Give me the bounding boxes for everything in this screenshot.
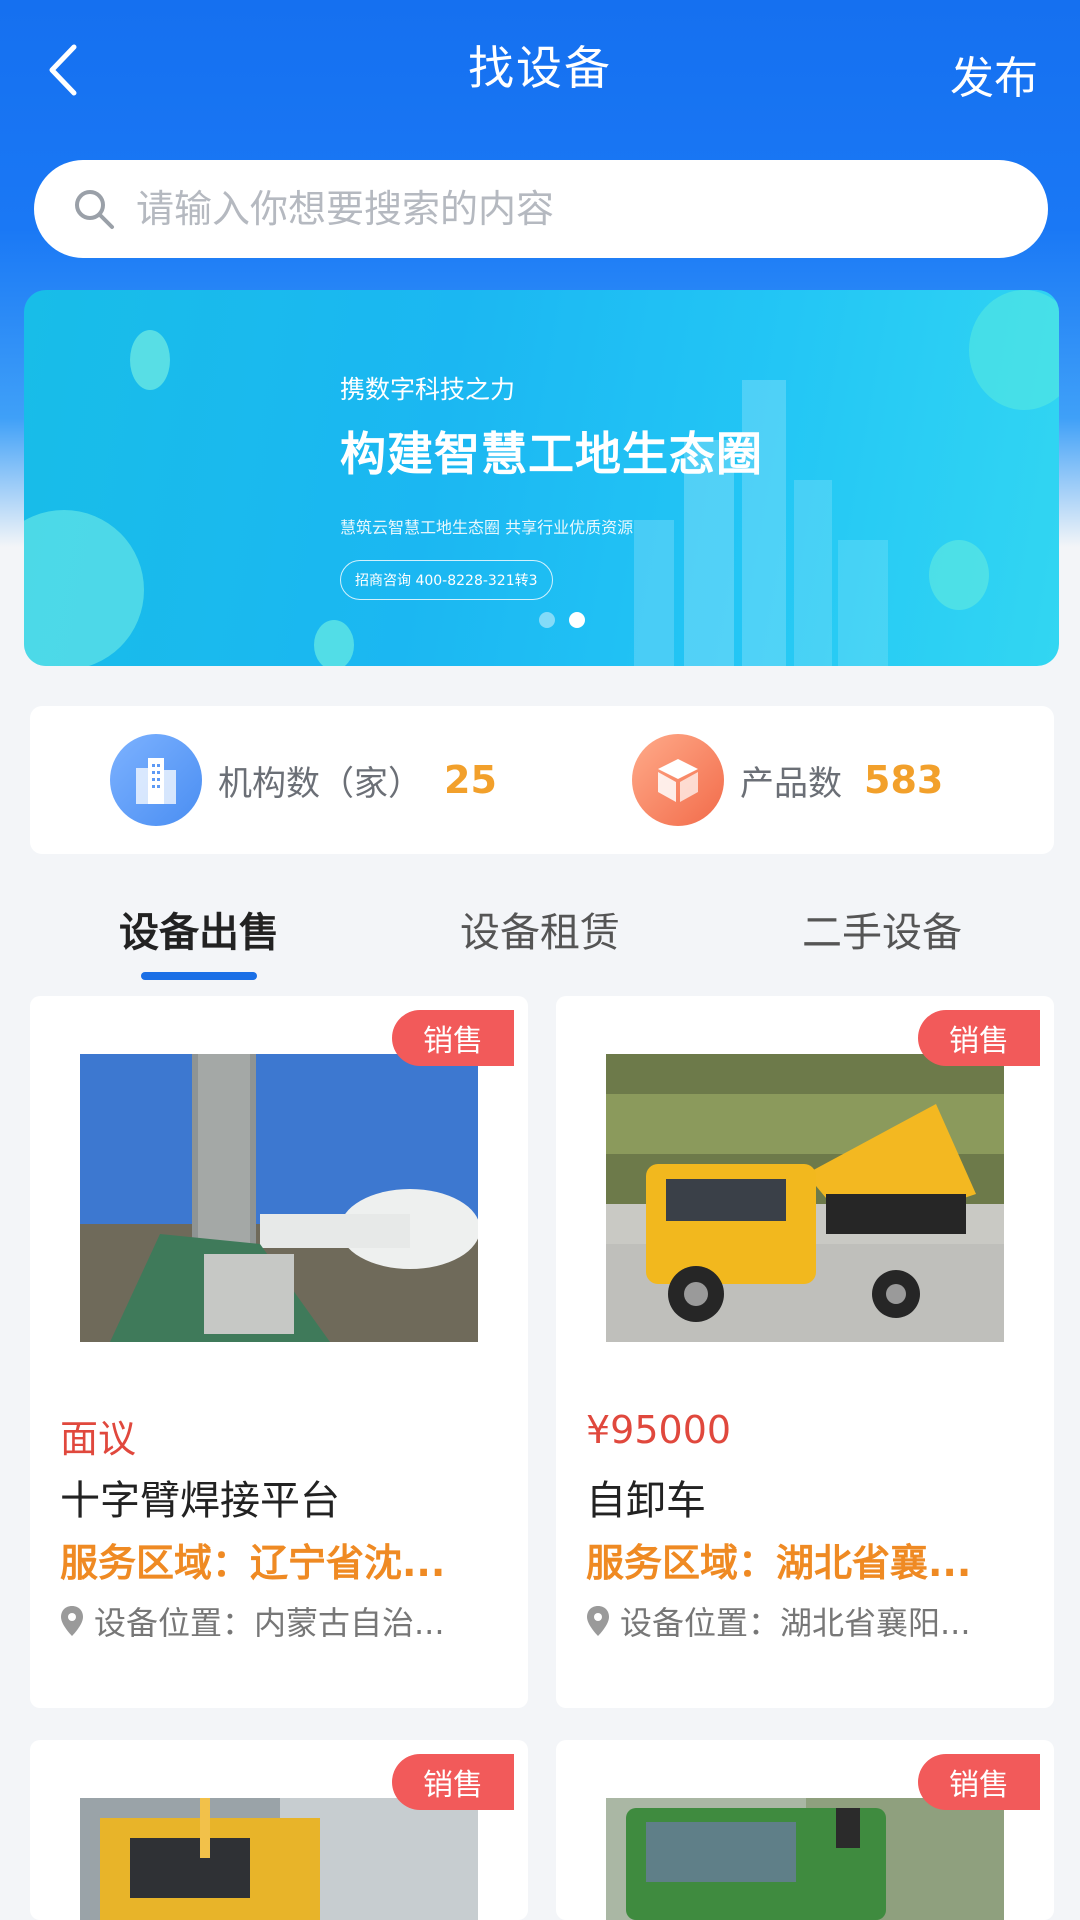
search-icon: [75, 190, 114, 229]
stat-label: 机构数（家）: [218, 763, 422, 804]
service-area: 服务区域：湖北省襄...: [586, 1541, 972, 1585]
stat-value: 583: [864, 758, 944, 802]
tab-equipment-rental[interactable]: 设备租赁: [360, 900, 720, 958]
stat-orgs: 机构数（家） 25: [110, 734, 497, 826]
product-photo: [80, 1798, 478, 1920]
banner-decoration: [969, 290, 1059, 410]
product-photo: [606, 1054, 1004, 1342]
stat-value: 25: [444, 758, 497, 802]
carousel-dot-active[interactable]: [569, 612, 585, 628]
product-card[interactable]: 销售 面议 十字臂焊接平台 服务区域：辽宁省沈... 设备位置：内蒙古自治...: [30, 996, 528, 1708]
banner-headline: 构建智慧工地生态圈: [340, 427, 763, 481]
active-tab-indicator: [141, 972, 257, 980]
product-price: ¥95000: [586, 1408, 732, 1452]
banner-contact: 招商咨询 400-8228-321转3: [340, 560, 553, 600]
product-card[interactable]: 销售 ¥95000 自卸车 服务区域：湖北省襄... 设备位置：湖北省襄阳...: [556, 996, 1054, 1708]
banner-decoration: [130, 330, 170, 390]
page-title: 找设备: [468, 41, 612, 95]
carousel-dot[interactable]: [539, 612, 555, 628]
box-icon: [632, 734, 724, 826]
product-name: 十字臂焊接平台: [60, 1478, 340, 1524]
product-card[interactable]: 销售: [556, 1740, 1054, 1920]
banner-subtitle: 慧筑云智慧工地生态圈 共享行业优质资源: [340, 518, 634, 537]
product-photo: [80, 1054, 478, 1342]
sale-badge: 销售: [392, 1754, 514, 1810]
category-tabs: 设备出售 设备租赁 二手设备: [0, 900, 1080, 990]
search-bar[interactable]: [34, 160, 1048, 258]
location-text: 设备位置：湖北省襄阳...: [620, 1604, 971, 1642]
search-input[interactable]: [136, 187, 996, 231]
location-text: 设备位置：内蒙古自治...: [94, 1604, 445, 1642]
equipment-location: 设备位置：湖北省襄阳...: [586, 1598, 971, 1644]
stat-label: 产品数: [740, 763, 842, 804]
banner-decoration: [314, 620, 354, 666]
stat-products: 产品数 583: [632, 734, 943, 826]
chevron-left-icon: [49, 44, 77, 96]
tab-equipment-sale[interactable]: 设备出售: [19, 900, 379, 958]
product-price: 面议: [60, 1417, 137, 1461]
stats-panel: 机构数（家） 25 产品数 583: [30, 706, 1054, 854]
location-pin-icon: [61, 1606, 83, 1636]
building-icon: [110, 734, 202, 826]
tab-used-equipment[interactable]: 二手设备: [702, 900, 1062, 958]
nav-bar: 找设备 发布: [0, 0, 1080, 130]
equipment-location: 设备位置：内蒙古自治...: [60, 1598, 445, 1644]
promo-banner[interactable]: 携数字科技之力 构建智慧工地生态圈 慧筑云智慧工地生态圈 共享行业优质资源 招商…: [24, 290, 1059, 666]
product-photo: [606, 1798, 1004, 1920]
sale-badge: 销售: [918, 1754, 1040, 1810]
sale-badge: 销售: [392, 1010, 514, 1066]
service-area: 服务区域：辽宁省沈...: [60, 1541, 446, 1585]
banner-decoration: [24, 510, 144, 666]
carousel-dots: [539, 612, 585, 628]
back-button[interactable]: [38, 40, 88, 100]
publish-button[interactable]: 发布: [950, 42, 1038, 106]
banner-decoration: [929, 540, 989, 610]
product-name: 自卸车: [586, 1478, 706, 1524]
sale-badge: 销售: [918, 1010, 1040, 1066]
product-card[interactable]: 销售: [30, 1740, 528, 1920]
banner-text-block: 携数字科技之力 构建智慧工地生态圈 慧筑云智慧工地生态圈 共享行业优质资源 招商…: [340, 370, 763, 600]
banner-kicker: 携数字科技之力: [340, 375, 516, 404]
location-pin-icon: [587, 1606, 609, 1636]
